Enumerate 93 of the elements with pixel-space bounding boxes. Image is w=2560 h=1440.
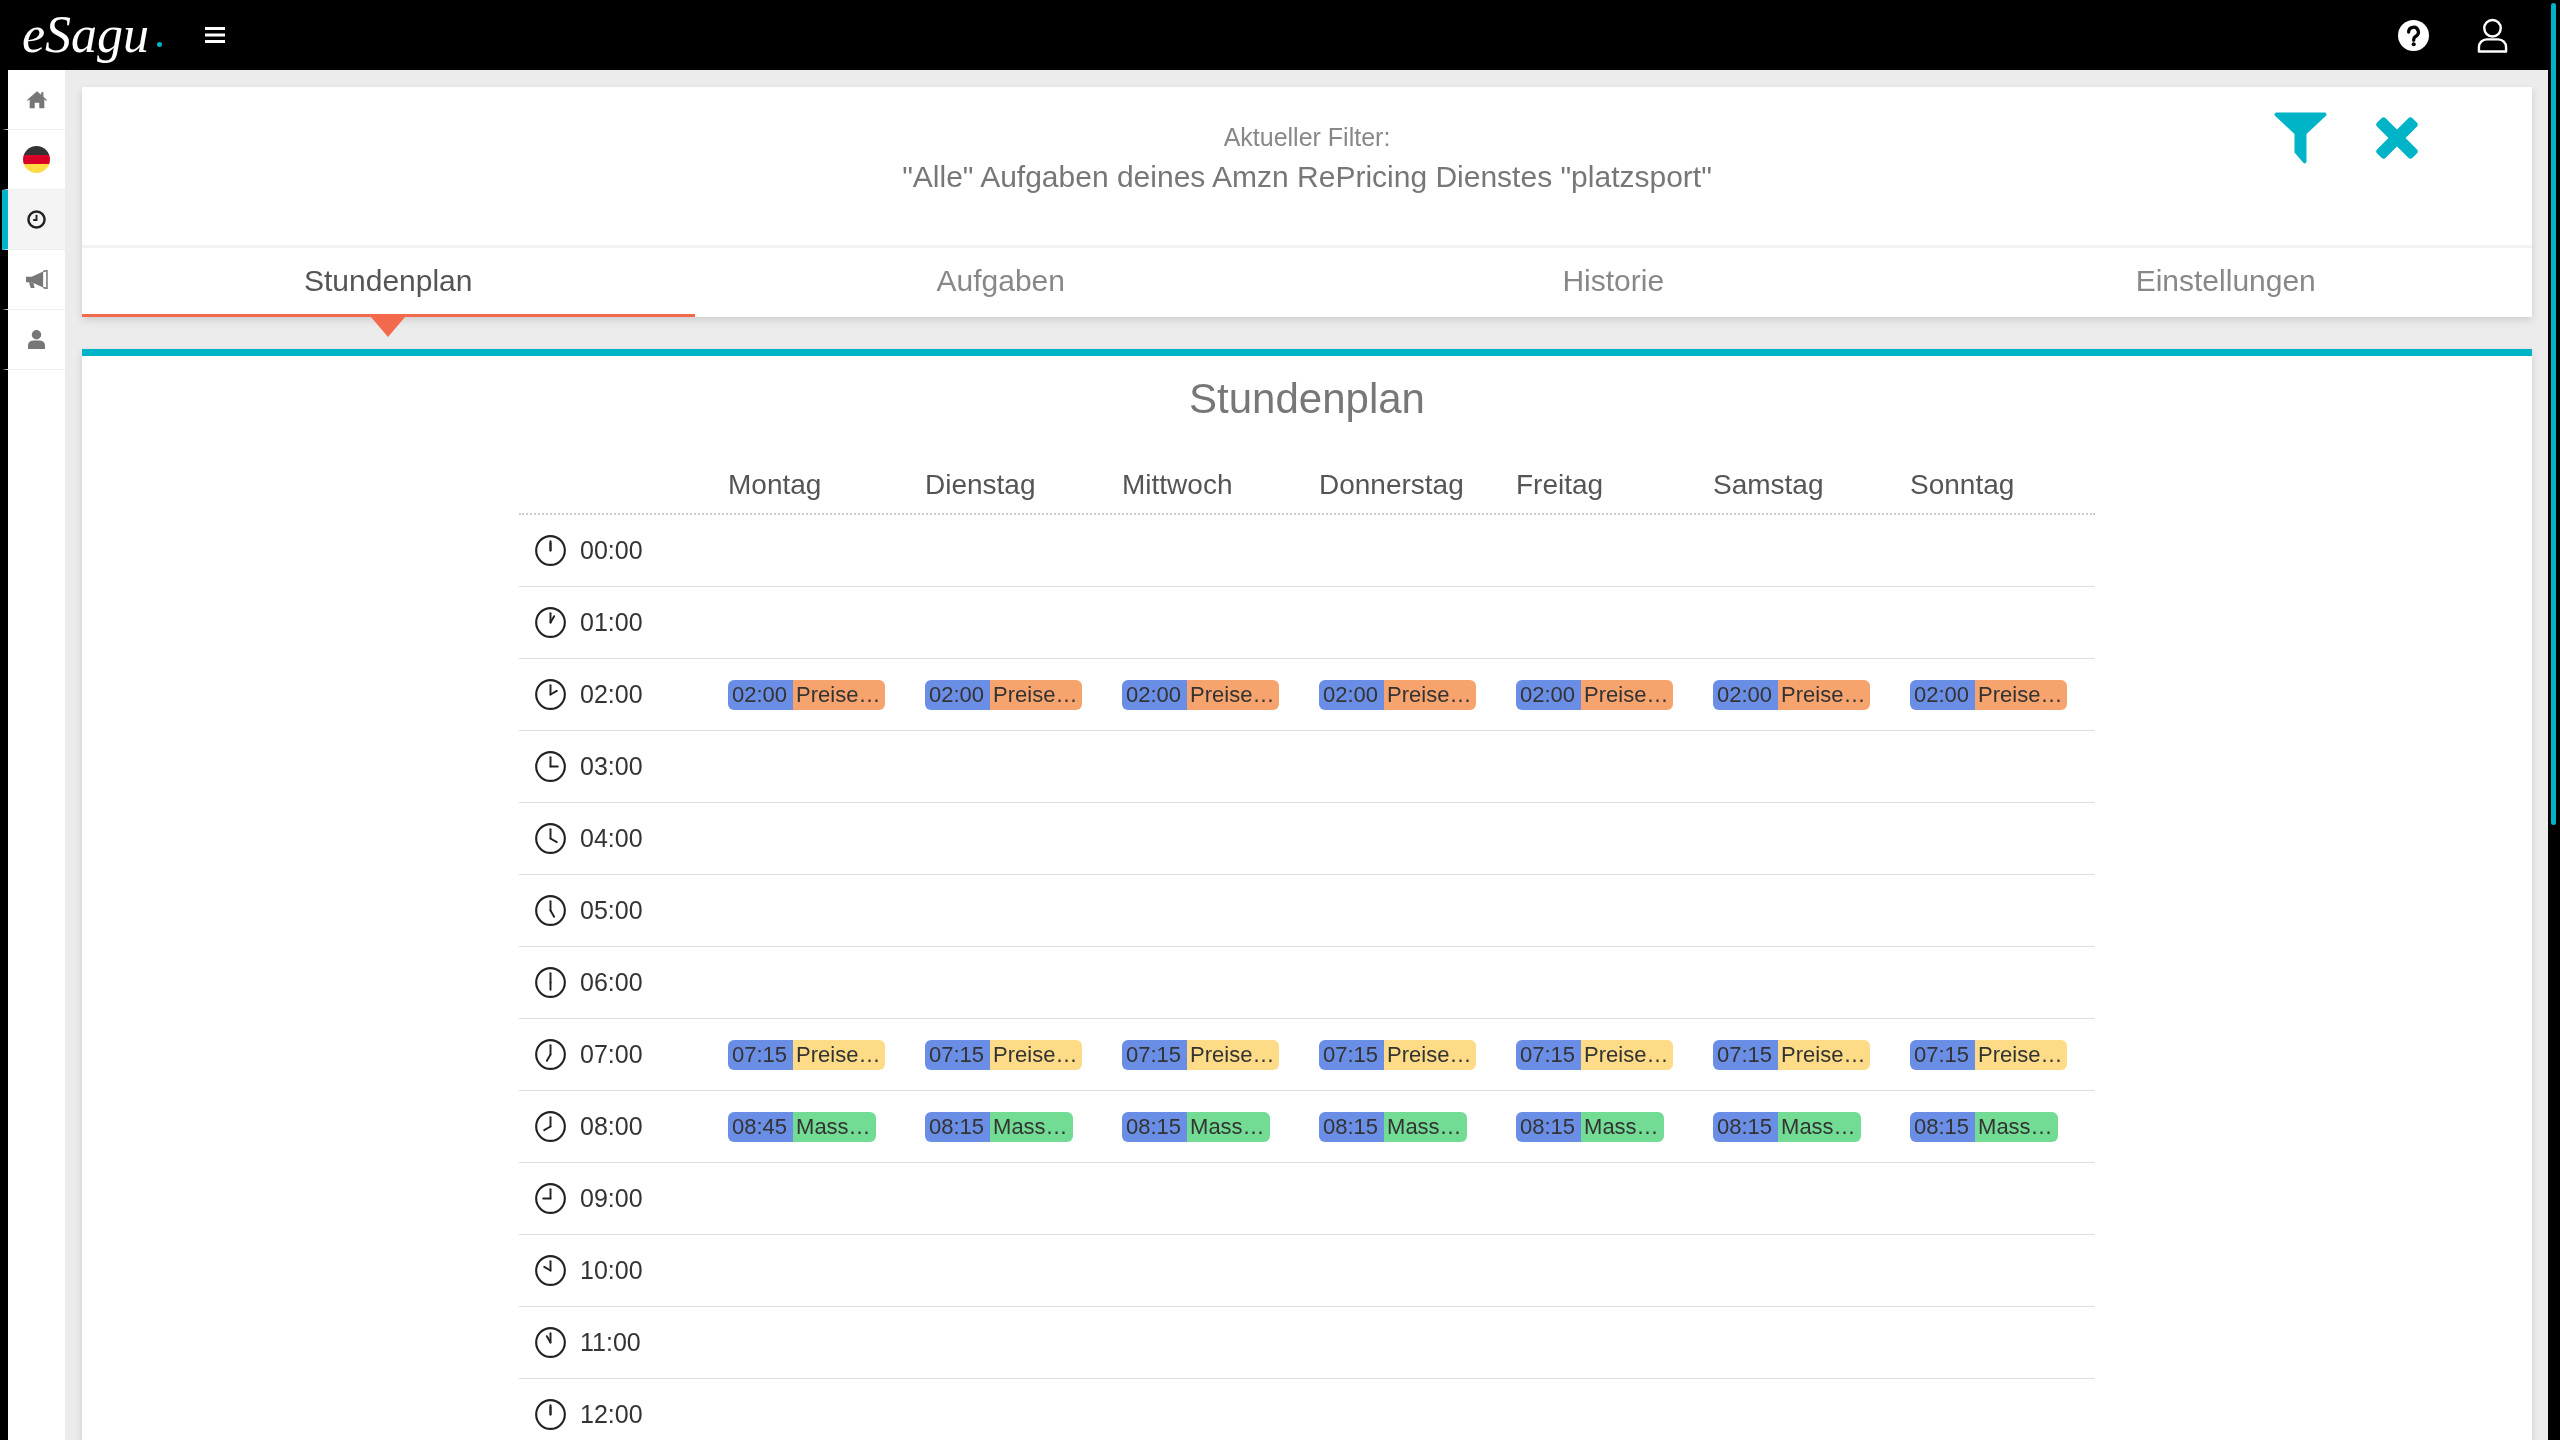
event-label[interactable]: Preise… — [1384, 1039, 1477, 1070]
time-label: 08:00 — [580, 1112, 643, 1141]
schedule-title: Stundenplan — [1188, 374, 1426, 424]
event-time[interactable]: 08:45 — [728, 1111, 794, 1142]
clock-icon — [535, 967, 566, 998]
event-time[interactable]: 07:15 — [728, 1039, 794, 1070]
event-label[interactable]: Preise… — [1975, 679, 2068, 710]
event-time[interactable]: 07:15 — [1713, 1039, 1779, 1070]
event-label[interactable]: Preise… — [990, 1039, 1083, 1070]
time-label: 09:00 — [580, 1184, 643, 1213]
time-label: 10:00 — [580, 1256, 643, 1285]
clock-icon — [535, 751, 566, 782]
time-label: 02:00 — [580, 680, 643, 709]
day-header: Montag — [728, 469, 822, 500]
event-label[interactable]: Preise… — [1778, 1039, 1871, 1070]
help-icon[interactable] — [2398, 19, 2429, 51]
event-label[interactable]: Mass… — [1187, 1111, 1270, 1142]
time-label: 11:00 — [580, 1328, 641, 1357]
event-time[interactable]: 08:15 — [1713, 1111, 1779, 1142]
event-label[interactable]: Preise… — [793, 679, 886, 710]
event-time[interactable]: 07:15 — [1516, 1039, 1582, 1070]
event-time[interactable]: 02:00 — [1910, 679, 1976, 710]
time-label: 01:00 — [580, 608, 643, 637]
event-time[interactable]: 02:00 — [1516, 679, 1582, 710]
time-label: 12:00 — [580, 1400, 643, 1429]
event-time[interactable]: 02:00 — [1713, 679, 1779, 710]
event-time[interactable]: 08:15 — [1910, 1111, 1976, 1142]
event-time[interactable]: 08:15 — [1319, 1111, 1385, 1142]
filter-description: "Alle" Aufgaben deines Amzn RePricing Dienstes "platzsport" — [902, 159, 1712, 195]
clock-icon — [535, 1183, 566, 1214]
event-time[interactable]: 07:15 — [925, 1039, 991, 1070]
event-label[interactable]: Mass… — [990, 1111, 1073, 1142]
clock-icon — [535, 823, 566, 854]
event-label[interactable]: Mass… — [1384, 1111, 1467, 1142]
flag-icon — [23, 146, 50, 173]
event-time[interactable]: 08:15 — [1122, 1111, 1188, 1142]
scrollbar-thumb[interactable] — [2551, 3, 2556, 825]
event-label[interactable]: Preise… — [1581, 679, 1674, 710]
clock-icon — [535, 895, 566, 926]
day-header: Donnerstag — [1319, 469, 1464, 500]
clock-icon — [535, 679, 566, 710]
time-label: 07:00 — [580, 1040, 643, 1069]
user-icon — [28, 330, 45, 349]
logo-dot-icon — [157, 41, 163, 47]
time-label: 03:00 — [580, 752, 643, 781]
logo: eSagu — [22, 5, 150, 65]
time-label: 06:00 — [580, 968, 643, 997]
event-label[interactable]: Preise… — [1778, 679, 1871, 710]
day-header: Samstag — [1713, 469, 1824, 500]
account-icon[interactable] — [2477, 17, 2508, 53]
tab-pointer-icon — [371, 317, 406, 337]
clock-icon — [535, 1111, 566, 1142]
event-time[interactable]: 08:15 — [1516, 1111, 1582, 1142]
event-time[interactable]: 07:15 — [1122, 1039, 1188, 1070]
clock-icon — [535, 1327, 566, 1358]
event-label[interactable]: Preise… — [1581, 1039, 1674, 1070]
event-time[interactable]: 07:15 — [1910, 1039, 1976, 1070]
clock-icon — [535, 1039, 566, 1070]
event-label[interactable]: Preise… — [793, 1039, 886, 1070]
event-label[interactable]: Mass… — [1975, 1111, 2058, 1142]
time-label: 00:00 — [580, 536, 643, 565]
event-label[interactable]: Preise… — [990, 679, 1083, 710]
event-label[interactable]: Preise… — [1187, 1039, 1280, 1070]
tab[interactable]: Stundenplan — [82, 248, 695, 317]
day-header: Sonntag — [1910, 469, 2015, 500]
clock-icon — [535, 1399, 566, 1430]
event-time[interactable]: 08:15 — [925, 1111, 991, 1142]
event-label[interactable]: Preise… — [1187, 679, 1280, 710]
event-time[interactable]: 02:00 — [1122, 679, 1188, 710]
day-header: Freitag — [1516, 469, 1604, 500]
clock-icon — [535, 1255, 566, 1286]
event-label[interactable]: Mass… — [1778, 1111, 1861, 1142]
event-time[interactable]: 02:00 — [728, 679, 794, 710]
time-label: 04:00 — [580, 824, 643, 853]
event-label[interactable]: Mass… — [793, 1111, 876, 1142]
event-time[interactable]: 07:15 — [1319, 1039, 1385, 1070]
megaphone-icon — [25, 270, 48, 289]
event-label[interactable]: Mass… — [1581, 1111, 1664, 1142]
event-time[interactable]: 02:00 — [925, 679, 991, 710]
event-label[interactable]: Preise… — [1384, 679, 1477, 710]
clock-icon — [535, 535, 566, 566]
tab[interactable]: Einstellungen — [1919, 248, 2532, 317]
day-header: Mittwoch — [1122, 469, 1233, 500]
event-label[interactable]: Preise… — [1975, 1039, 2068, 1070]
clock-icon — [535, 607, 566, 638]
clock-icon — [27, 210, 46, 229]
menu-icon[interactable] — [205, 27, 226, 43]
home-icon — [25, 90, 48, 109]
time-label: 05:00 — [580, 896, 643, 925]
sidebar-item[interactable] — [2, 190, 65, 250]
day-header: Dienstag — [925, 469, 1036, 500]
filter-label: Aktueller Filter: — [1222, 122, 1392, 152]
event-time[interactable]: 02:00 — [1319, 679, 1385, 710]
